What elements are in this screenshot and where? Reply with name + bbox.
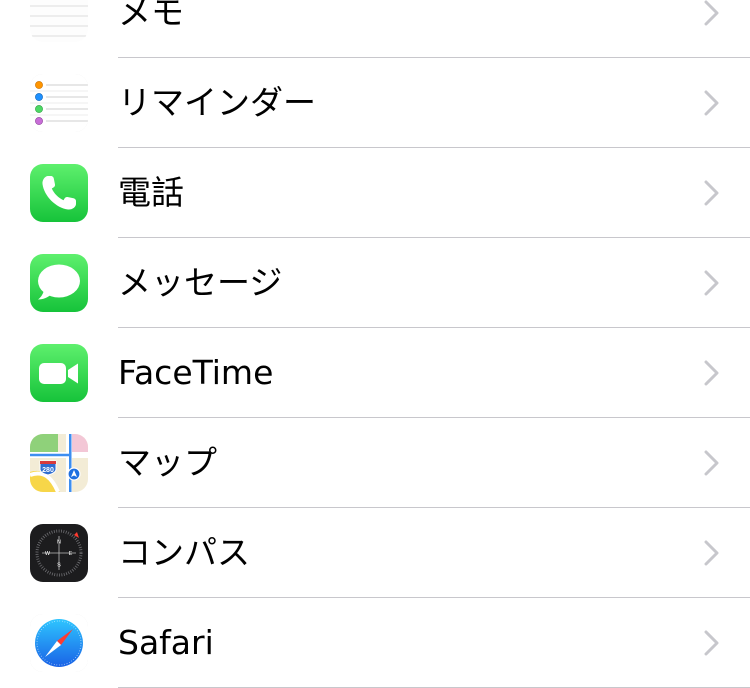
- reminders-icon: [30, 74, 88, 132]
- compass-icon: N E S W: [30, 524, 88, 582]
- phone-icon: [30, 164, 88, 222]
- maps-icon: 280: [30, 434, 88, 492]
- settings-row-label: メッセージ: [118, 263, 283, 302]
- settings-row-label: マップ: [118, 443, 217, 482]
- messages-icon: [30, 254, 88, 312]
- settings-row-messages[interactable]: メッセージ: [0, 238, 750, 328]
- safari-icon: [30, 614, 88, 672]
- settings-row-label: コンパス: [118, 533, 250, 572]
- settings-row-maps[interactable]: 280 マップ: [0, 418, 750, 508]
- settings-row-notes[interactable]: メモ: [0, 0, 750, 58]
- settings-row-compass[interactable]: N E S W コンパス: [0, 508, 750, 598]
- compass-letter-w: W: [45, 551, 51, 557]
- settings-row-phone[interactable]: 電話: [0, 148, 750, 238]
- chevron-right-icon: [701, 450, 723, 476]
- compass-letter-s: S: [57, 563, 61, 569]
- settings-row-safari[interactable]: Safari: [0, 598, 750, 688]
- notes-icon: [30, 0, 88, 42]
- settings-row-reminders[interactable]: リマインダー: [0, 58, 750, 148]
- chevron-right-icon: [701, 360, 723, 386]
- settings-row-label: Safari: [118, 623, 214, 662]
- compass-letter-e: E: [69, 551, 73, 557]
- highway-shield-number: 280: [42, 467, 54, 474]
- chevron-right-icon: [701, 0, 723, 26]
- chevron-right-icon: [701, 180, 723, 206]
- settings-list: メモ リマインダー 電話 メッセージ FaceTime 280 マップ N E …: [0, 0, 750, 688]
- chevron-right-icon: [701, 90, 723, 116]
- facetime-icon: [30, 344, 88, 402]
- settings-row-label: FaceTime: [118, 353, 274, 392]
- settings-row-label: メモ: [118, 0, 184, 32]
- compass-letter-n: N: [57, 540, 61, 546]
- chevron-right-icon: [701, 270, 723, 296]
- settings-row-label: リマインダー: [118, 83, 316, 122]
- settings-row-label: 電話: [118, 173, 184, 212]
- chevron-right-icon: [701, 630, 723, 656]
- settings-row-facetime[interactable]: FaceTime: [0, 328, 750, 418]
- chevron-right-icon: [701, 540, 723, 566]
